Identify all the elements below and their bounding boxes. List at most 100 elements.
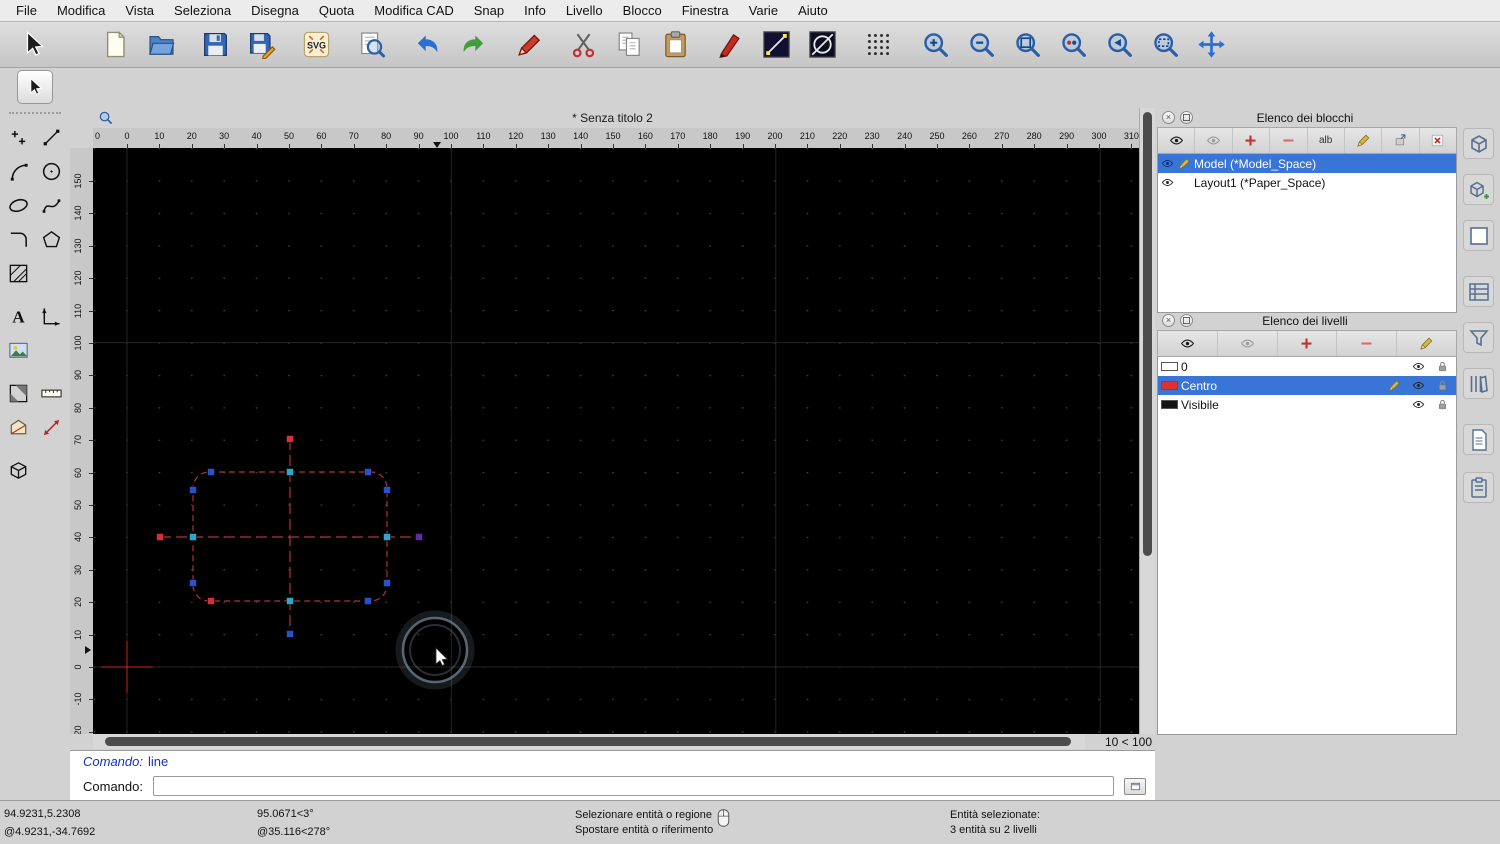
zoom-previous-button[interactable]: [1100, 26, 1138, 64]
layer-list-item[interactable]: Centro: [1158, 376, 1456, 395]
hide-all-blocks-button[interactable]: [1195, 128, 1233, 153]
tool-corner-button[interactable]: [3, 224, 33, 254]
selection-handle[interactable]: [286, 597, 294, 605]
show-all-layers-button[interactable]: [1158, 331, 1218, 356]
layer-visible-icon[interactable]: [1408, 398, 1429, 411]
tool-line-button[interactable]: [36, 122, 66, 152]
menu-modifica-cad[interactable]: Modifica CAD: [364, 3, 463, 18]
tool-ruler-button[interactable]: [36, 378, 66, 408]
edit-block-button[interactable]: [1344, 128, 1383, 153]
tool-hatch-button[interactable]: [3, 258, 33, 288]
block-visible-icon[interactable]: [1161, 176, 1174, 189]
tool-ellipse-button[interactable]: [3, 190, 33, 220]
layer-panel-float-button[interactable]: [1180, 314, 1193, 327]
paste-button[interactable]: [656, 26, 694, 64]
block-panel-float-button[interactable]: [1180, 111, 1193, 124]
menu-blocco[interactable]: Blocco: [613, 3, 672, 18]
selection-handle[interactable]: [383, 486, 391, 494]
selection-handle[interactable]: [286, 468, 294, 476]
rename-block-button[interactable]: alb: [1307, 128, 1345, 153]
tool-circle-button[interactable]: [36, 156, 66, 186]
menu-aiuto[interactable]: Aiuto: [788, 3, 838, 18]
copy-button[interactable]: [610, 26, 648, 64]
block-panel-close-button[interactable]: ×: [1162, 111, 1175, 124]
save-as-button[interactable]: [242, 26, 280, 64]
zoom-out-button[interactable]: [962, 26, 1000, 64]
palette-drag-handle[interactable]: [9, 112, 61, 115]
selection-handle[interactable]: [189, 579, 197, 587]
menu-quota[interactable]: Quota: [309, 3, 364, 18]
draw-line-box-button[interactable]: [757, 26, 795, 64]
selection-handle[interactable]: [364, 468, 372, 476]
zoom-auto-button[interactable]: [1008, 26, 1046, 64]
redo-button[interactable]: [454, 26, 492, 64]
modify-layer-button[interactable]: [1397, 331, 1456, 356]
dock-shelf-button[interactable]: [1463, 368, 1494, 399]
insert-block-button[interactable]: [1382, 128, 1420, 153]
layer-lock-icon[interactable]: [1432, 360, 1453, 373]
cut-button[interactable]: [564, 26, 602, 64]
show-all-blocks-button[interactable]: [1158, 128, 1196, 153]
menu-info[interactable]: Info: [514, 3, 556, 18]
edit-pencil-button[interactable]: [510, 26, 548, 64]
open-document-button[interactable]: [142, 26, 180, 64]
snap-grid-button[interactable]: [859, 26, 897, 64]
dock-blocks-button[interactable]: [1463, 128, 1494, 159]
dock-clipboard-button[interactable]: [1463, 472, 1494, 503]
menu-disegna[interactable]: Disegna: [241, 3, 309, 18]
tool-points-button[interactable]: [3, 122, 33, 152]
canvas-drawing[interactable]: [93, 148, 1139, 734]
block-list-item[interactable]: Layout1 (*Paper_Space): [1158, 173, 1456, 192]
layer-panel-close-button[interactable]: ×: [1162, 314, 1175, 327]
block-visible-icon[interactable]: [1161, 157, 1174, 170]
tool-text-button[interactable]: A: [3, 301, 33, 331]
console-detach-button[interactable]: [1124, 777, 1146, 795]
selection-handle[interactable]: [189, 533, 197, 541]
tool-dim-button[interactable]: [36, 301, 66, 331]
svg-export-button[interactable]: SVG: [297, 26, 335, 64]
horizontal-scrollbar-thumb[interactable]: [105, 737, 1071, 746]
menu-snap[interactable]: Snap: [464, 3, 514, 18]
selection-handle[interactable]: [286, 630, 294, 638]
selection-handle[interactable]: [383, 579, 391, 587]
layer-list-item[interactable]: 0: [1158, 357, 1456, 376]
menu-varie[interactable]: Varie: [739, 3, 788, 18]
selection-handle[interactable]: [189, 486, 197, 494]
dock-filter-button[interactable]: [1463, 322, 1494, 353]
menu-seleziona[interactable]: Seleziona: [164, 3, 241, 18]
tool-polygon-button[interactable]: [36, 224, 66, 254]
zoom-selection-button[interactable]: [1054, 26, 1092, 64]
vertical-scrollbar[interactable]: [1139, 108, 1155, 734]
zoom-in-button[interactable]: [916, 26, 954, 64]
selection-handle[interactable]: [156, 533, 164, 541]
new-document-button[interactable]: [96, 26, 134, 64]
dock-library-button[interactable]: [1463, 174, 1494, 205]
print-preview-button[interactable]: [352, 26, 390, 64]
tool-arc-button[interactable]: [3, 156, 33, 186]
menu-livello[interactable]: Livello: [556, 3, 613, 18]
tool-measure-button[interactable]: [36, 412, 66, 442]
add-layer-button[interactable]: [1277, 331, 1338, 356]
tool-spline-button[interactable]: [36, 190, 66, 220]
block-list-item[interactable]: Model (*Model_Space): [1158, 154, 1456, 173]
layer-lock-icon[interactable]: [1432, 379, 1453, 392]
dock-notes-button[interactable]: [1463, 424, 1494, 455]
hide-all-layers-button[interactable]: [1217, 331, 1278, 356]
draw-pen-button[interactable]: [711, 26, 749, 64]
selection-handle[interactable]: [415, 533, 423, 541]
menu-modifica[interactable]: Modifica: [47, 3, 115, 18]
selection-handle[interactable]: [286, 435, 294, 443]
zoom-window-button[interactable]: [1146, 26, 1184, 64]
drawing-canvas[interactable]: [93, 148, 1139, 734]
delete-block-button[interactable]: [1419, 128, 1456, 153]
tool-image-button[interactable]: [3, 335, 33, 365]
layer-list-item[interactable]: Visibile: [1158, 395, 1456, 414]
remove-layer-button[interactable]: [1337, 331, 1398, 356]
zoom-pan-button[interactable]: [1192, 26, 1230, 64]
tool-fill-button[interactable]: [3, 378, 33, 408]
menu-finestra[interactable]: Finestra: [672, 3, 739, 18]
remove-block-button[interactable]: [1270, 128, 1308, 153]
selection-handle[interactable]: [364, 597, 372, 605]
layer-lock-icon[interactable]: [1432, 398, 1453, 411]
layer-visible-icon[interactable]: [1408, 360, 1429, 373]
